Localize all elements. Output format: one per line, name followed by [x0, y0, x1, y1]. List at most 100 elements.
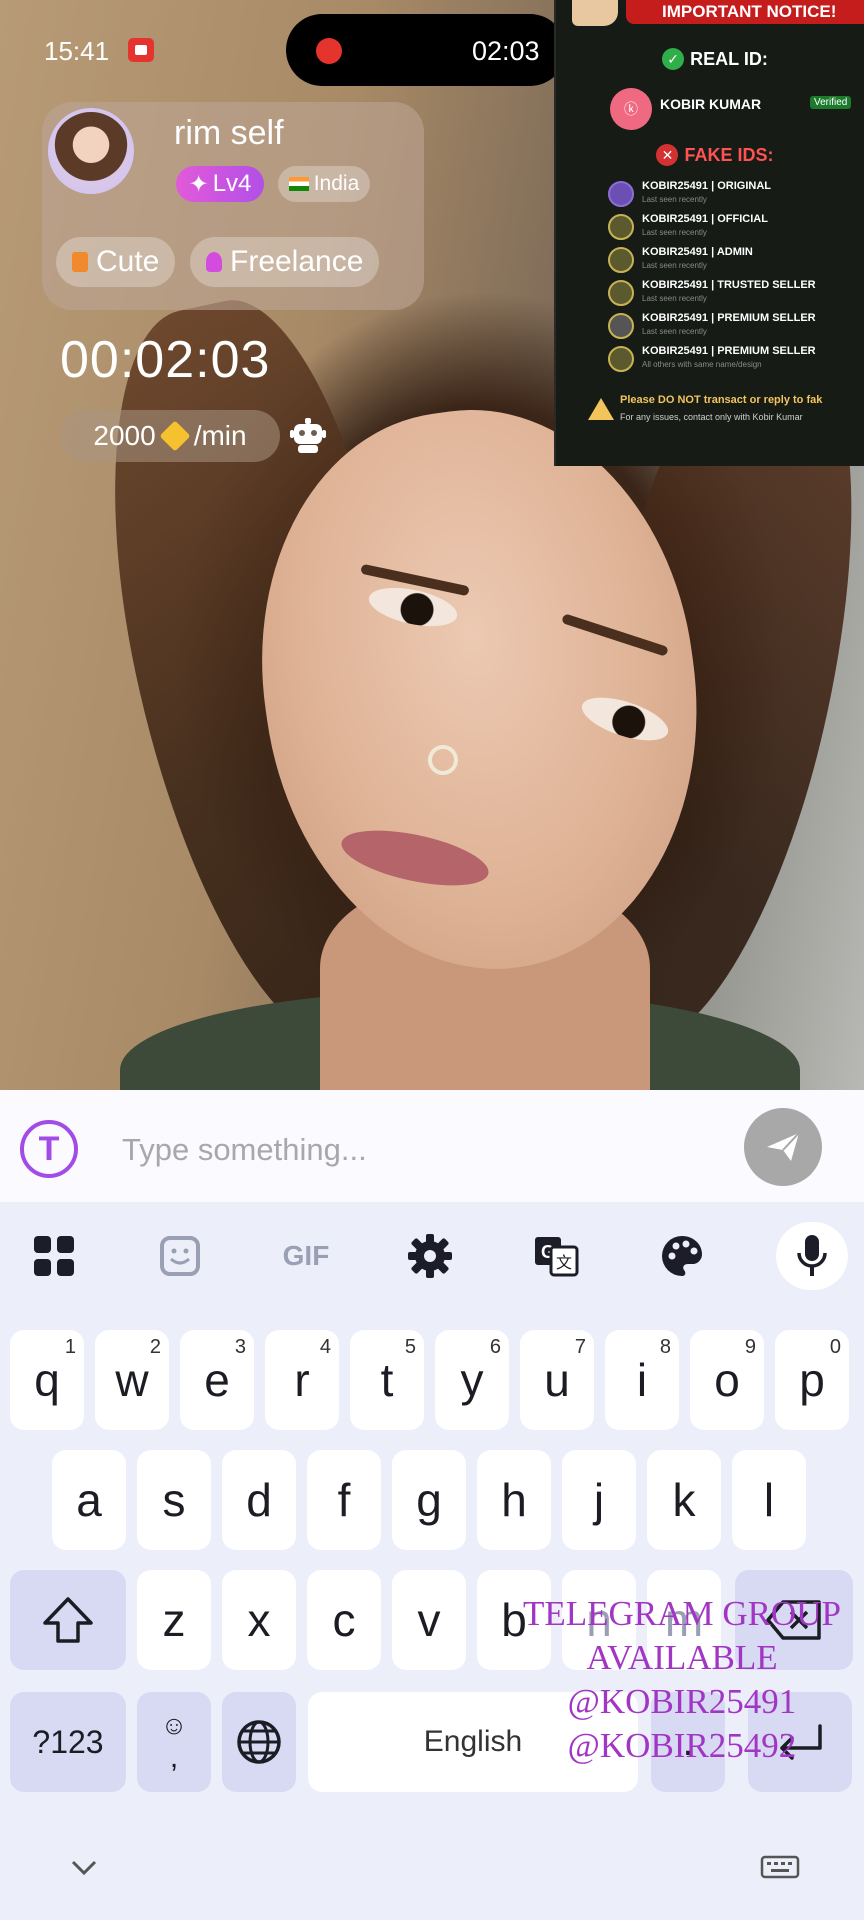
key-o[interactable]: o9	[690, 1330, 764, 1430]
key-label: e	[204, 1354, 230, 1406]
key-h[interactable]: h	[477, 1450, 551, 1550]
list-item: KOBIR25491 | ADMIN Last seen recently	[608, 244, 864, 277]
key-label: p	[799, 1354, 825, 1406]
key-k[interactable]: k	[647, 1450, 721, 1550]
language-key[interactable]	[222, 1692, 296, 1792]
fake-id-sub: Last seen recently	[642, 327, 707, 336]
key-s[interactable]: s	[137, 1450, 211, 1550]
fake-id-icon	[608, 280, 634, 306]
fake-id-icon	[608, 214, 634, 240]
tag-cute: Cute	[56, 237, 176, 287]
key-hint: 6	[489, 1336, 501, 1358]
translate-t-icon[interactable]: T	[20, 1120, 78, 1178]
key-hint: 3	[234, 1336, 246, 1358]
call-timer: 00:02:03	[60, 331, 271, 389]
tag-cute-icon	[72, 252, 88, 272]
key-label: o	[714, 1354, 740, 1406]
keyboard-hide-chevron-icon[interactable]	[64, 1848, 104, 1888]
username: rim self	[174, 114, 284, 152]
apps-grid-icon[interactable]	[24, 1228, 84, 1284]
emoji-comma-key[interactable]: ☺ ,	[137, 1692, 211, 1792]
key-d[interactable]: d	[222, 1450, 296, 1550]
key-i[interactable]: i8	[605, 1330, 679, 1430]
send-button[interactable]	[744, 1108, 822, 1186]
key-f[interactable]: f	[307, 1450, 381, 1550]
fake-ids-heading-label: FAKE IDS:	[684, 144, 774, 165]
key-hint: 4	[319, 1336, 331, 1358]
watermark-line: AVAILABLE	[586, 1638, 778, 1677]
settings-gear-icon[interactable]	[400, 1228, 460, 1284]
rate-unit: /min	[193, 420, 247, 451]
real-id-heading: ✓ REAL ID:	[566, 48, 864, 70]
sticker-icon[interactable]	[150, 1228, 210, 1284]
key-p[interactable]: p0	[775, 1330, 849, 1430]
status-time: 15:41	[44, 36, 110, 66]
notice-warning-sub: For any issues, contact only with Kobir …	[620, 412, 803, 422]
key-w[interactable]: w2	[95, 1330, 169, 1430]
level-label: Lv4	[212, 170, 252, 197]
cross-icon: ✕	[656, 144, 679, 166]
emoji-icon: ☺	[160, 1709, 188, 1740]
real-id-row: ⓚ KOBIR KUMAR Verified	[610, 86, 864, 130]
key-label: q	[34, 1354, 60, 1406]
fake-id-name: KOBIR25491 | ADMIN	[642, 246, 753, 258]
fake-id-icon	[608, 313, 634, 339]
avatar[interactable]	[48, 108, 134, 194]
send-icon	[767, 1132, 800, 1161]
key-c[interactable]: c	[307, 1570, 381, 1670]
keyboard-switch-icon[interactable]	[760, 1848, 800, 1888]
list-item: KOBIR25491 | PREMIUM SELLER All others wi…	[608, 343, 864, 376]
palette-icon[interactable]	[652, 1228, 712, 1284]
fake-id-sub: Last seen recently	[642, 195, 707, 204]
key-g[interactable]: g	[392, 1450, 466, 1550]
tag-freelance: Freelance	[190, 237, 380, 287]
key-r[interactable]: r4	[265, 1330, 339, 1430]
key-l[interactable]: l	[732, 1450, 806, 1550]
fake-id-sub: Last seen recently	[642, 261, 707, 270]
fake-id-name: KOBIR25491 | TRUSTED SELLER	[642, 279, 816, 291]
key-label: r	[294, 1354, 310, 1406]
key-e[interactable]: e3	[180, 1330, 254, 1430]
warning-icon	[588, 398, 614, 420]
svg-text:文: 文	[556, 1254, 572, 1272]
notice-title: IMPORTANT NOTICE!	[626, 0, 864, 24]
key-j[interactable]: j	[562, 1450, 636, 1550]
key-u[interactable]: u7	[520, 1330, 594, 1430]
real-id-heading-label: REAL ID:	[690, 48, 768, 69]
gif-button[interactable]: GIF	[274, 1228, 338, 1284]
key-y[interactable]: y6	[435, 1330, 509, 1430]
important-notice-image: IMPORTANT NOTICE! ✓ REAL ID: ⓚ KOBIR KUM…	[554, 0, 864, 466]
shift-arrow-icon	[43, 1597, 93, 1643]
key-x[interactable]: x	[222, 1570, 296, 1670]
key-label: u	[544, 1354, 570, 1406]
fake-id-name: KOBIR25491 | ORIGINAL	[642, 180, 771, 192]
key-q[interactable]: q1	[10, 1330, 84, 1430]
rate-value: 2000	[93, 420, 156, 451]
fake-ids-list: KOBIR25491 | ORIGINAL Last seen recently …	[608, 178, 864, 376]
key-hint: 0	[829, 1336, 841, 1358]
symbols-key[interactable]: ?123	[10, 1692, 126, 1792]
shift-key[interactable]	[10, 1570, 126, 1670]
key-z[interactable]: z	[137, 1570, 211, 1670]
message-input[interactable]	[122, 1124, 682, 1176]
list-item: KOBIR25491 | TRUSTED SELLER Last seen rec…	[608, 277, 864, 310]
robot-icon[interactable]	[288, 416, 328, 454]
mic-icon[interactable]	[776, 1222, 848, 1290]
watermark-line: @KOBIR25491	[567, 1682, 797, 1721]
real-id-avatar: ⓚ	[610, 88, 652, 130]
megaphone-icon	[572, 0, 618, 26]
fake-id-sub: All others with same name/design	[642, 360, 762, 369]
translate-icon[interactable]: G文	[526, 1228, 586, 1284]
tag-freelance-icon	[206, 252, 222, 272]
key-label: i	[636, 1354, 648, 1406]
key-t[interactable]: t5	[350, 1330, 424, 1430]
key-v[interactable]: v	[392, 1570, 466, 1670]
fake-id-icon	[608, 247, 634, 273]
india-flag-icon	[288, 177, 309, 191]
key-hint: 5	[404, 1336, 416, 1358]
key-a[interactable]: a	[52, 1450, 126, 1550]
key-hint: 9	[744, 1336, 756, 1358]
recording-time: 02:03	[472, 36, 540, 66]
key-hint: 2	[149, 1336, 161, 1358]
watermark-line: TELEGRAM GROUP	[523, 1594, 841, 1633]
